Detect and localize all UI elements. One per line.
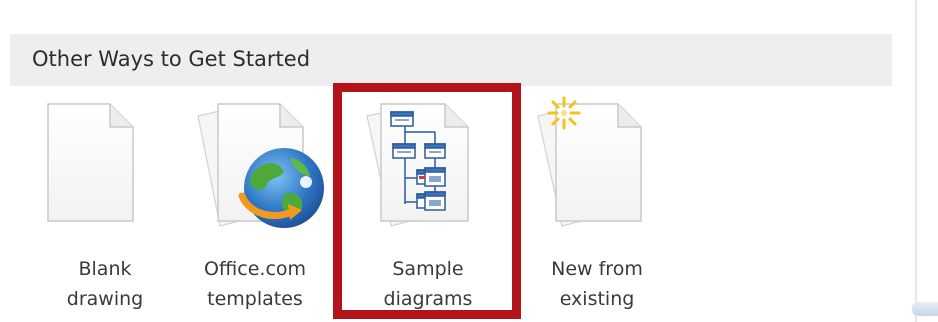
globe-page-icon — [197, 103, 324, 228]
get-started-panel: Other Ways to Get Started Blank drawing — [0, 0, 938, 322]
scroll-corner — [912, 302, 938, 316]
tile-office-templates[interactable]: Office.com templates — [180, 96, 330, 316]
section-header: Other Ways to Get Started — [10, 34, 892, 86]
tile-blank-drawing[interactable]: Blank drawing — [30, 96, 180, 316]
panel-divider — [915, 0, 917, 322]
sparkle-page-icon — [537, 96, 642, 227]
tile-new-from-existing[interactable]: New from existing — [522, 96, 672, 316]
section-title: Other Ways to Get Started — [32, 47, 311, 71]
tile-label: Office.com templates — [203, 258, 307, 310]
blank-page-icon — [47, 103, 134, 222]
tile-label: Blank drawing — [66, 258, 144, 310]
tile-label: New from existing — [551, 258, 643, 310]
highlight-box — [333, 83, 521, 319]
